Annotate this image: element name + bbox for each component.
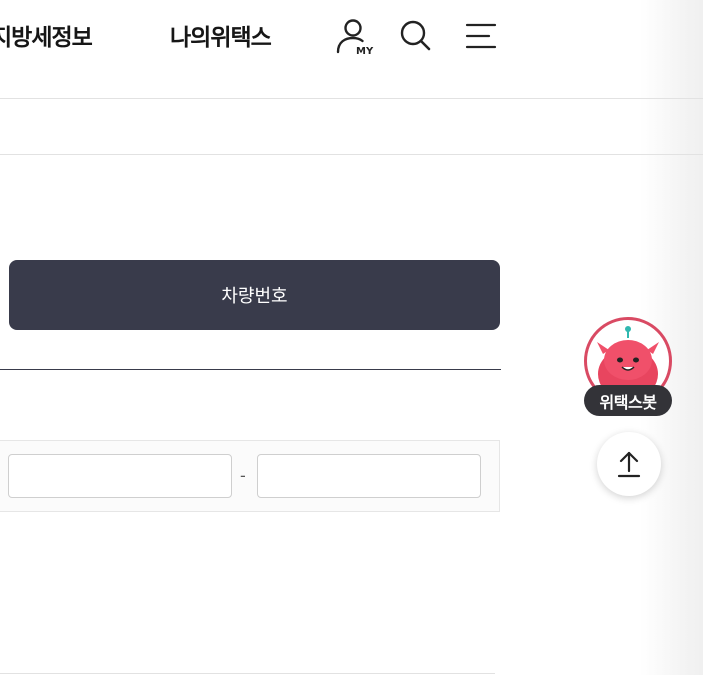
nav-local-tax-info[interactable]: 지방세정보	[0, 18, 93, 52]
menu-button[interactable]	[464, 22, 498, 50]
vehicle-number-input-2[interactable]	[257, 454, 481, 498]
arrow-up-icon	[617, 451, 641, 478]
breadcrumb-divider	[0, 154, 703, 155]
section-divider	[0, 369, 501, 370]
vehicle-number-input-1[interactable]	[8, 454, 232, 498]
my-user-icon: MY	[336, 19, 374, 57]
menu-icon	[465, 23, 497, 49]
nav-my-wetax[interactable]: 나의위택스	[170, 18, 272, 52]
header-divider	[0, 98, 703, 99]
chatbot-label: 위택스봇	[584, 385, 672, 416]
search-icon	[400, 20, 431, 51]
chatbot-button[interactable]: 위택스봇	[584, 317, 674, 417]
tab-vehicle-number[interactable]: 차량번호	[9, 260, 500, 330]
field-separator: -	[240, 466, 246, 485]
scroll-top-button[interactable]	[597, 432, 661, 496]
my-page-button[interactable]: MY	[334, 16, 374, 58]
svg-text:MY: MY	[356, 46, 374, 57]
bottom-divider	[0, 673, 495, 674]
search-button[interactable]	[398, 18, 434, 54]
